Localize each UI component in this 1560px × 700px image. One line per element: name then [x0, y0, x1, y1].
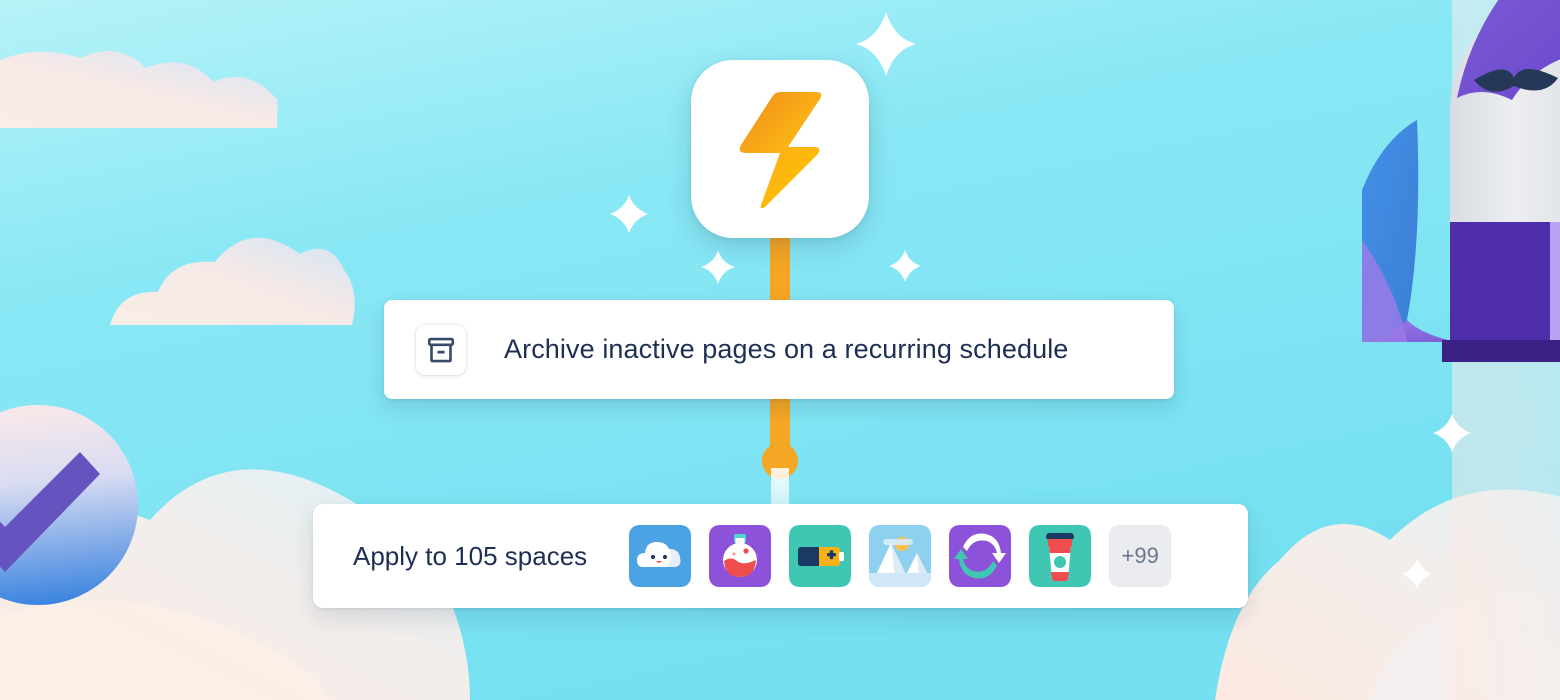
- lightning-bolt-icon: [739, 92, 822, 208]
- space-avatar-potion-flask-icon[interactable]: [709, 525, 772, 587]
- spaces-label: Apply to 105 spaces: [353, 540, 588, 571]
- space-avatar-coffee-cup-icon[interactable]: [1029, 525, 1092, 587]
- rule-card[interactable]: Archive inactive pages on a recurring sc…: [384, 300, 1174, 399]
- space-avatar-cloud-face-icon[interactable]: [629, 525, 692, 587]
- space-avatar-sync-arrows-icon[interactable]: [949, 525, 1012, 587]
- automation-flow: Archive inactive pages on a recurring sc…: [0, 0, 1560, 700]
- trigger-tile[interactable]: [691, 60, 869, 238]
- spaces-card[interactable]: Apply to 105 spaces +99: [313, 504, 1248, 608]
- space-avatar-mountain-sun-icon[interactable]: [869, 525, 932, 587]
- space-avatar-battery-plus-icon[interactable]: [789, 525, 852, 587]
- archive-box-icon: [416, 324, 466, 375]
- automation-illustration: Archive inactive pages on a recurring sc…: [0, 0, 1560, 700]
- spaces-overflow-badge[interactable]: +99: [1109, 525, 1172, 587]
- space-avatar-row: +99: [629, 525, 1172, 587]
- rule-title: Archive inactive pages on a recurring sc…: [504, 334, 1069, 364]
